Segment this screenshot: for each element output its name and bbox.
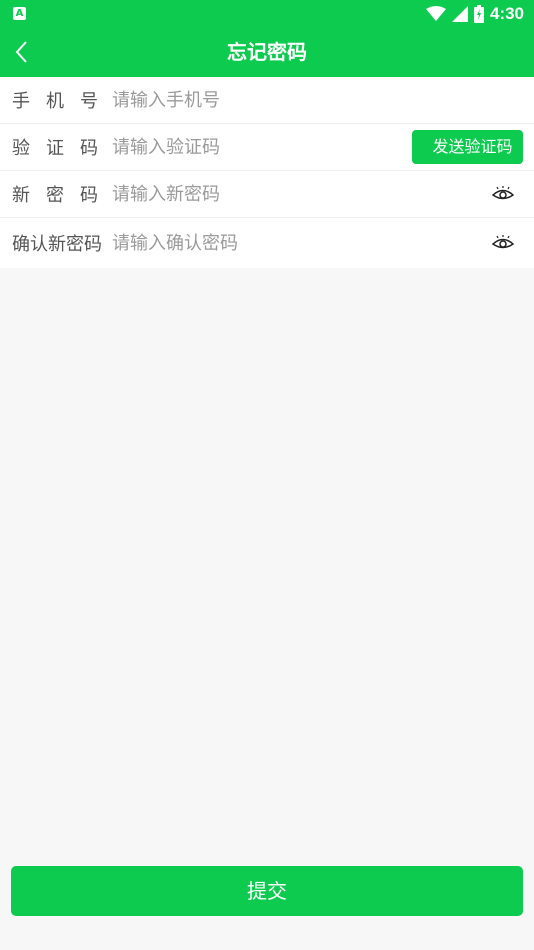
new-password-label-text: 新密码 (12, 185, 114, 206)
confirm-password-row: 确认新密码 (0, 218, 534, 268)
code-label: 验证码 (12, 134, 100, 160)
phone-input[interactable] (112, 85, 534, 115)
status-icons: 4:30 (425, 3, 524, 25)
code-label-text: 验证码 (12, 138, 114, 159)
new-password-row: 新密码 (0, 171, 534, 218)
eye-icon[interactable] (492, 186, 514, 202)
eye-icon[interactable] (492, 235, 514, 251)
confirm-password-label: 确认新密码 (12, 234, 102, 255)
cell-signal-icon (451, 6, 468, 22)
confirm-password-input[interactable] (112, 228, 534, 258)
submit-button[interactable]: 提交 (11, 866, 523, 916)
phone-label: 手机号 (12, 87, 100, 113)
wifi-icon (425, 6, 446, 21)
back-button[interactable] (6, 36, 36, 68)
code-row: 验证码 发送验证码 (0, 124, 534, 171)
status-bar: A 4:30 (0, 0, 534, 28)
status-time: 4:30 (489, 4, 524, 23)
chevron-left-icon (15, 41, 27, 63)
phone-label-text: 手机号 (12, 91, 114, 112)
phone-row: 手机号 (0, 77, 534, 124)
battery-icon (473, 5, 484, 23)
new-password-label: 新密码 (12, 181, 100, 207)
send-code-button[interactable]: 发送验证码 (412, 130, 523, 164)
reset-password-form: 手机号 验证码 发送验证码 新密码 确认新密码 (0, 77, 534, 268)
new-password-input[interactable] (112, 179, 534, 209)
app-bar: 忘记密码 (0, 28, 534, 77)
page-title: 忘记密码 (227, 40, 307, 64)
app-notification-icon: A (13, 7, 26, 20)
